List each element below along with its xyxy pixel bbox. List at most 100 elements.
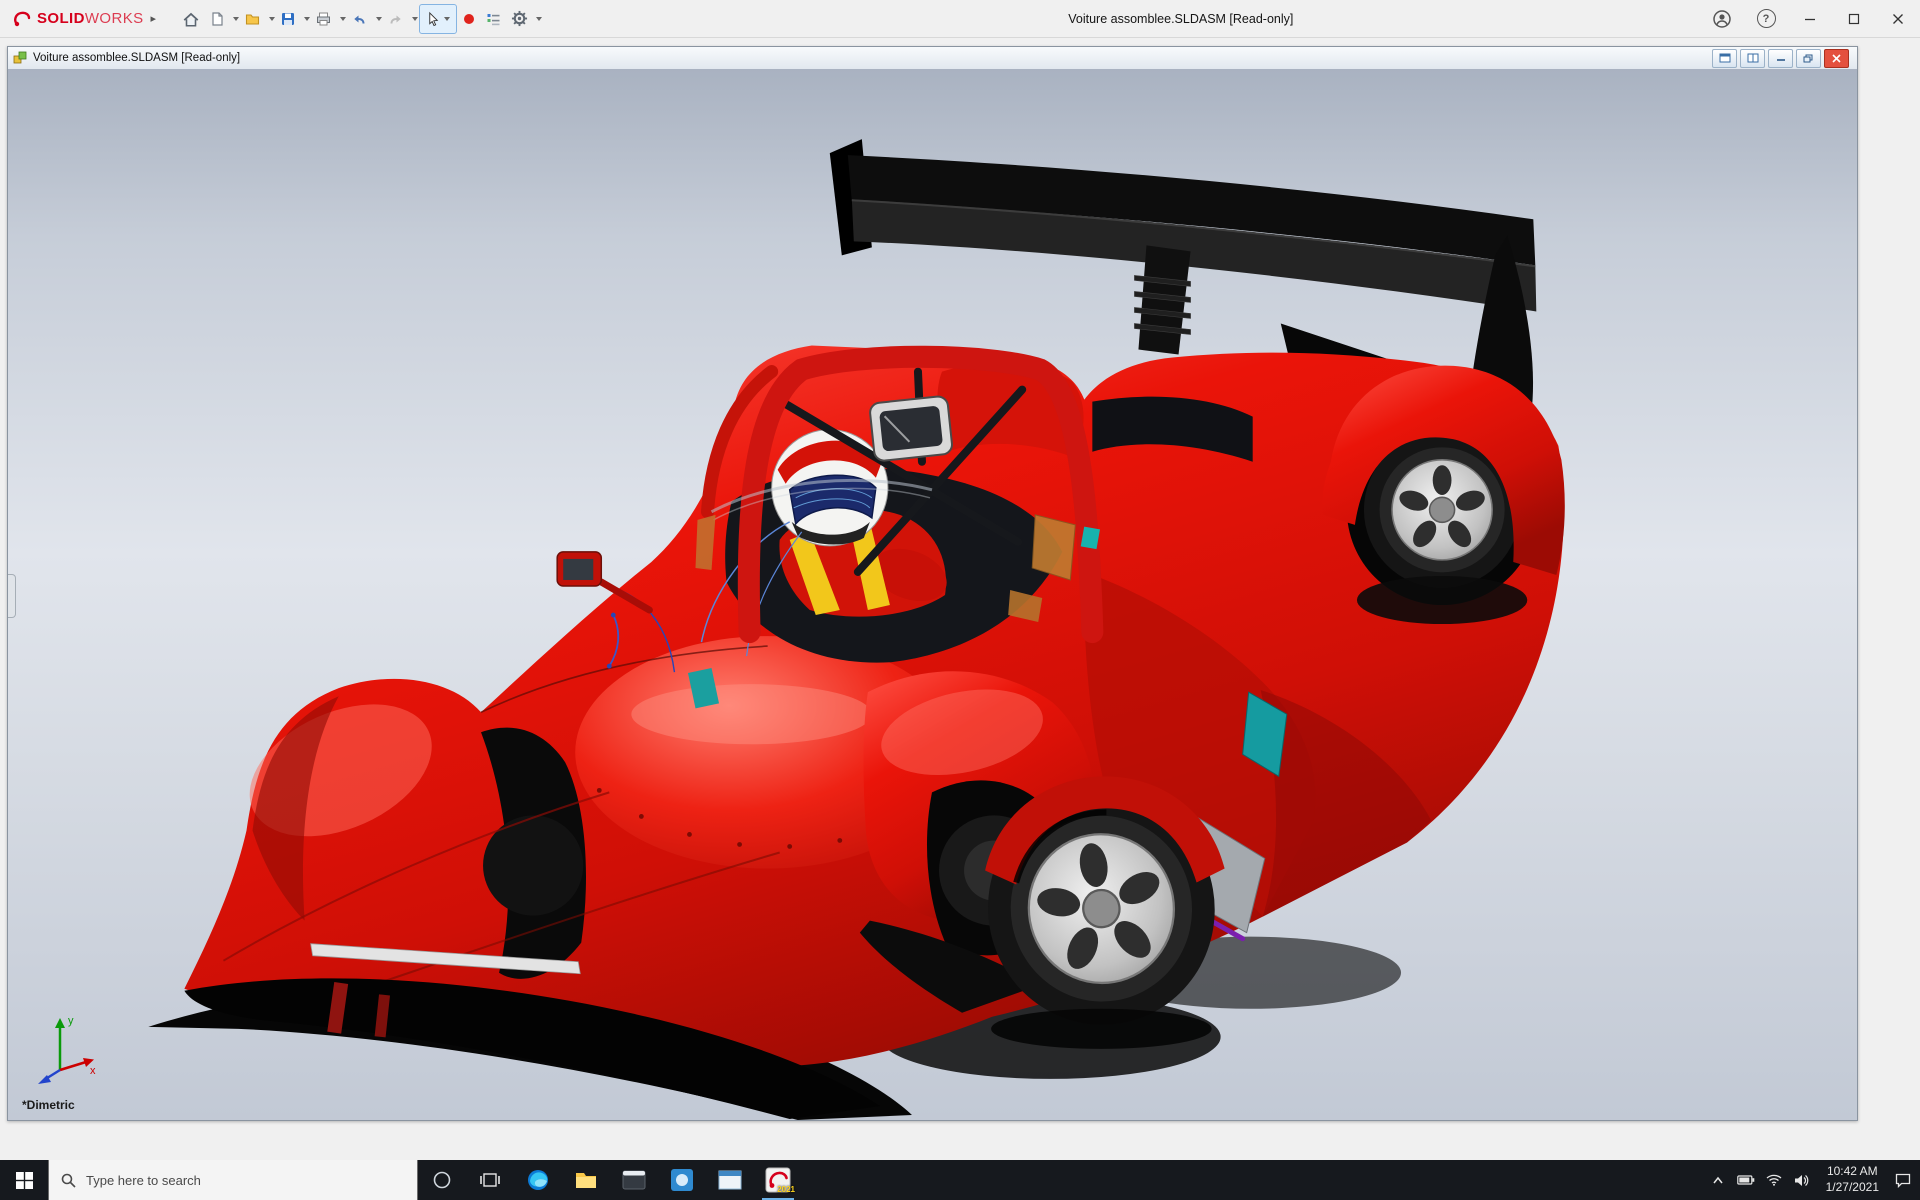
print-button[interactable] <box>311 5 336 33</box>
new-document-dropdown[interactable] <box>233 17 239 21</box>
redo-button[interactable] <box>383 5 408 33</box>
doc-restore-button[interactable] <box>1796 49 1821 68</box>
undo-dropdown[interactable] <box>376 17 382 21</box>
graphics-viewport[interactable]: y x *Dimetric <box>8 69 1857 1120</box>
brand-text: SOLIDWORKS <box>37 10 144 27</box>
panel-splitter-handle[interactable] <box>8 574 16 618</box>
maximize-icon <box>1848 13 1860 25</box>
blue-app-button[interactable] <box>658 1160 706 1200</box>
save-dropdown[interactable] <box>304 17 310 21</box>
clock-date: 1/27/2021 <box>1826 1180 1879 1196</box>
brand-solid: SOLID <box>37 10 85 27</box>
client-area: Voiture assomblee.SLDASM [Read-only] <box>0 38 1920 1160</box>
triad-y-label: y <box>68 1015 74 1027</box>
print-dropdown[interactable] <box>340 17 346 21</box>
help-button[interactable]: ? <box>1744 0 1788 37</box>
open-button[interactable] <box>240 5 265 33</box>
minimize-icon <box>1804 13 1816 25</box>
options-dropdown[interactable] <box>536 17 542 21</box>
solidworks-logo: SOLIDWORKS ▸ <box>0 9 164 29</box>
edge-button[interactable] <box>514 1160 562 1200</box>
close-icon <box>1892 13 1904 25</box>
speaker-icon <box>1794 1174 1809 1187</box>
search-icon <box>61 1173 76 1188</box>
solidworks-window: SOLIDWORKS ▸ <box>0 0 1920 1200</box>
doc-window-split-button[interactable] <box>1740 49 1765 68</box>
assembly-icon <box>13 51 28 65</box>
doc-close-button[interactable] <box>1824 49 1849 68</box>
document-titlebar[interactable]: Voiture assomblee.SLDASM [Read-only] <box>8 47 1857 70</box>
task-list-button[interactable] <box>481 5 506 33</box>
task-list-icon <box>485 11 502 27</box>
save-button[interactable] <box>276 5 300 33</box>
minimize-button[interactable] <box>1788 0 1832 37</box>
select-tool-button[interactable] <box>419 4 457 34</box>
record-button[interactable] <box>458 5 480 33</box>
quick-access-toolbar <box>178 4 542 34</box>
volume-button[interactable] <box>1789 1160 1815 1200</box>
taskbar-search[interactable]: Type here to search <box>48 1160 418 1200</box>
new-document-button[interactable] <box>205 5 229 33</box>
window-pane-icon <box>1719 53 1731 63</box>
taskbar-clock[interactable]: 10:42 AM 1/27/2021 <box>1817 1164 1888 1195</box>
chevron-up-icon <box>1712 1175 1724 1185</box>
window-controls: ? <box>1700 0 1920 37</box>
solidworks-taskbar-button[interactable]: 2021 <box>754 1160 802 1200</box>
app-titlebar: SOLIDWORKS ▸ <box>0 0 1920 38</box>
redo-icon <box>387 11 404 27</box>
start-button[interactable] <box>0 1160 48 1200</box>
window-app-icon <box>718 1170 742 1190</box>
center-mirror[interactable] <box>869 396 953 462</box>
task-view-icon <box>480 1171 500 1189</box>
file-explorer-icon <box>574 1169 598 1191</box>
new-document-icon <box>209 11 225 27</box>
doc-restore-icon <box>1803 54 1814 63</box>
account-icon <box>1712 9 1732 29</box>
hidden-icons-button[interactable] <box>1705 1160 1731 1200</box>
network-button[interactable] <box>1761 1160 1787 1200</box>
open-dropdown[interactable] <box>269 17 275 21</box>
console-window-icon <box>622 1169 646 1191</box>
document-window: Voiture assomblee.SLDASM [Read-only] <box>7 46 1858 1121</box>
help-icon: ? <box>1757 9 1776 28</box>
home-button[interactable] <box>178 5 204 33</box>
blue-app-icon <box>670 1168 694 1192</box>
orientation-triad: y x <box>30 1014 100 1086</box>
doc-minimize-button[interactable] <box>1768 49 1793 68</box>
action-center-icon <box>1895 1173 1911 1188</box>
undo-button[interactable] <box>347 5 372 33</box>
doc-close-icon <box>1832 54 1841 63</box>
console-app-button[interactable] <box>610 1160 658 1200</box>
select-tool-dropdown <box>444 17 450 21</box>
account-button[interactable] <box>1700 0 1744 37</box>
file-explorer-button[interactable] <box>562 1160 610 1200</box>
brand-works: WORKS <box>85 10 144 27</box>
options-button[interactable] <box>507 5 532 33</box>
cortana-button[interactable] <box>418 1160 466 1200</box>
doc-window-pane-button[interactable] <box>1712 49 1737 68</box>
triad-x-label: x <box>90 1065 96 1077</box>
maximize-button[interactable] <box>1832 0 1876 37</box>
document-title: Voiture assomblee.SLDASM [Read-only] <box>33 52 240 64</box>
taskbar: Type here to search <box>0 1160 1920 1200</box>
solidworks-version-badge: 2021 <box>777 1185 795 1194</box>
cortana-icon <box>432 1170 452 1190</box>
view-orientation-label: *Dimetric <box>22 1098 75 1112</box>
battery-button[interactable] <box>1733 1160 1759 1200</box>
close-button[interactable] <box>1876 0 1920 37</box>
search-placeholder: Type here to search <box>86 1173 201 1188</box>
document-window-controls <box>1712 49 1852 68</box>
car-model[interactable] <box>8 69 1857 1120</box>
doc-minimize-icon <box>1776 54 1786 62</box>
open-folder-icon <box>244 11 261 27</box>
clock-time: 10:42 AM <box>1826 1164 1879 1180</box>
action-center-button[interactable] <box>1890 1160 1916 1200</box>
window-app-button[interactable] <box>706 1160 754 1200</box>
system-tray: 10:42 AM 1/27/2021 <box>1705 1160 1920 1200</box>
app-title: Voiture assomblee.SLDASM [Read-only] <box>1068 0 1293 37</box>
task-view-button[interactable] <box>466 1160 514 1200</box>
wifi-icon <box>1766 1174 1782 1186</box>
menu-expand-arrow[interactable]: ▸ <box>151 12 157 25</box>
redo-dropdown[interactable] <box>412 17 418 21</box>
save-icon <box>280 11 296 27</box>
